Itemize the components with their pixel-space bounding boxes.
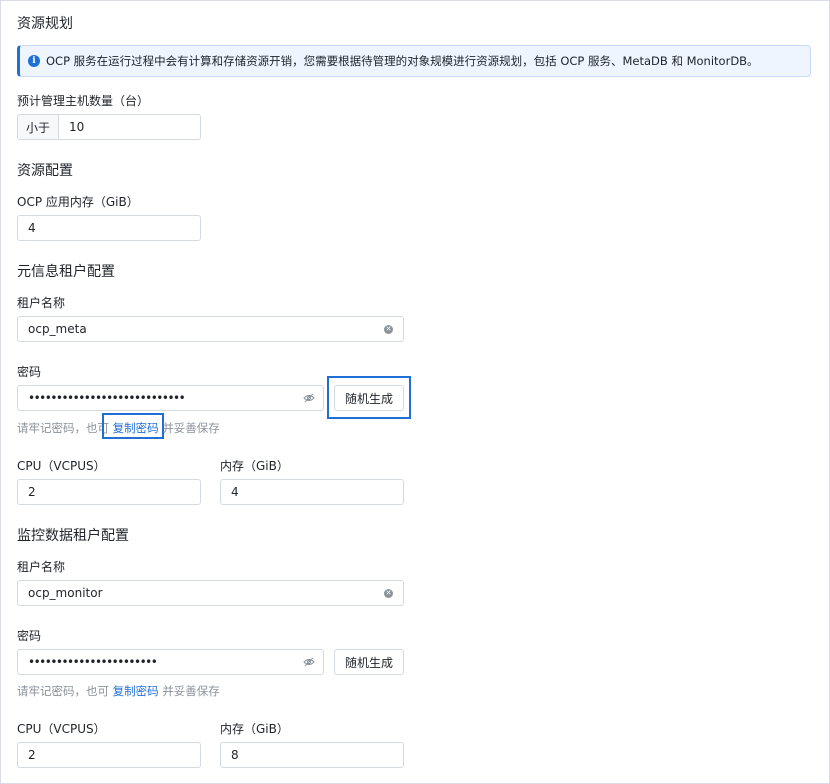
monitor-tenant-name-value: ocp_monitor	[28, 586, 103, 600]
meta-password-input[interactable]: ••••••••••••••••••••••••••••	[17, 385, 324, 411]
monitor-tenant-name-input[interactable]: ocp_monitor ✕	[17, 580, 404, 606]
monitor-password-input[interactable]: •••••••••••••••••••••••	[17, 649, 324, 675]
hint-prefix: 请牢记密码，也可	[17, 421, 109, 435]
clear-icon[interactable]: ✕	[384, 588, 393, 598]
eye-off-icon[interactable]	[303, 657, 315, 667]
monitor-password-label: 密码	[17, 629, 42, 643]
copy-link-highlight	[102, 413, 164, 439]
ocp-memory-value: 4	[28, 221, 36, 235]
meta-mem-input[interactable]: 4	[220, 479, 404, 505]
meta-random-generate-button[interactable]: 随机生成	[334, 385, 404, 411]
eye-off-icon[interactable]	[303, 393, 315, 403]
info-icon: i	[28, 55, 40, 67]
host-count-value: 10	[69, 120, 85, 134]
section-title-planning: 资源规划	[17, 16, 73, 32]
monitor-password-hint: 请牢记密码，也可 复制密码 并妥善保存	[17, 683, 220, 699]
meta-tenant-name-label: 租户名称	[17, 296, 66, 310]
section-title-monitor-tenant: 监控数据租户配置	[17, 528, 129, 544]
monitor-random-generate-button[interactable]: 随机生成	[334, 649, 404, 675]
monitor-mem-label: 内存（GiB）	[220, 722, 289, 736]
monitor-cpu-value: 2	[28, 748, 36, 762]
ocp-memory-input[interactable]: 4	[17, 215, 201, 241]
hint-suffix: 并妥善保存	[162, 421, 220, 435]
monitor-cpu-input[interactable]: 2	[17, 742, 201, 768]
host-count-prefix: 小于	[18, 115, 60, 139]
monitor-cpu-label: CPU（VCPUS）	[17, 722, 106, 736]
monitor-tenant-name-label: 租户名称	[17, 560, 66, 574]
monitor-mem-value: 8	[231, 748, 239, 762]
monitor-mem-input[interactable]: 8	[220, 742, 404, 768]
meta-tenant-name-input[interactable]: ocp_meta ✕	[17, 316, 404, 342]
meta-tenant-name-value: ocp_meta	[28, 322, 87, 336]
meta-cpu-value: 2	[28, 485, 36, 499]
ocp-memory-label: OCP 应用内存（GiB）	[17, 195, 139, 209]
section-title-resource-config: 资源配置	[17, 163, 73, 179]
meta-mem-value: 4	[231, 485, 239, 499]
hint-suffix: 并妥善保存	[162, 684, 220, 698]
alert-text: OCP 服务在运行过程中会有计算和存储资源开销，您需要根据待管理的对象规模进行资…	[46, 54, 759, 68]
monitor-password-value: •••••••••••••••••••••••	[28, 655, 158, 669]
meta-password-value: ••••••••••••••••••••••••••••	[28, 391, 186, 405]
info-alert: i OCP 服务在运行过程中会有计算和存储资源开销，您需要根据待管理的对象规模进…	[17, 45, 811, 77]
meta-mem-label: 内存（GiB）	[220, 459, 289, 473]
copy-password-link[interactable]: 复制密码	[113, 684, 159, 698]
meta-cpu-input[interactable]: 2	[17, 479, 201, 505]
meta-password-label: 密码	[17, 365, 42, 379]
hint-prefix: 请牢记密码，也可	[17, 684, 109, 698]
section-title-meta-tenant: 元信息租户配置	[17, 264, 115, 280]
meta-cpu-label: CPU（VCPUS）	[17, 459, 106, 473]
host-count-label: 预计管理主机数量（台）	[17, 94, 150, 108]
host-count-input[interactable]: 小于 10	[17, 114, 201, 140]
clear-icon[interactable]: ✕	[384, 324, 393, 334]
